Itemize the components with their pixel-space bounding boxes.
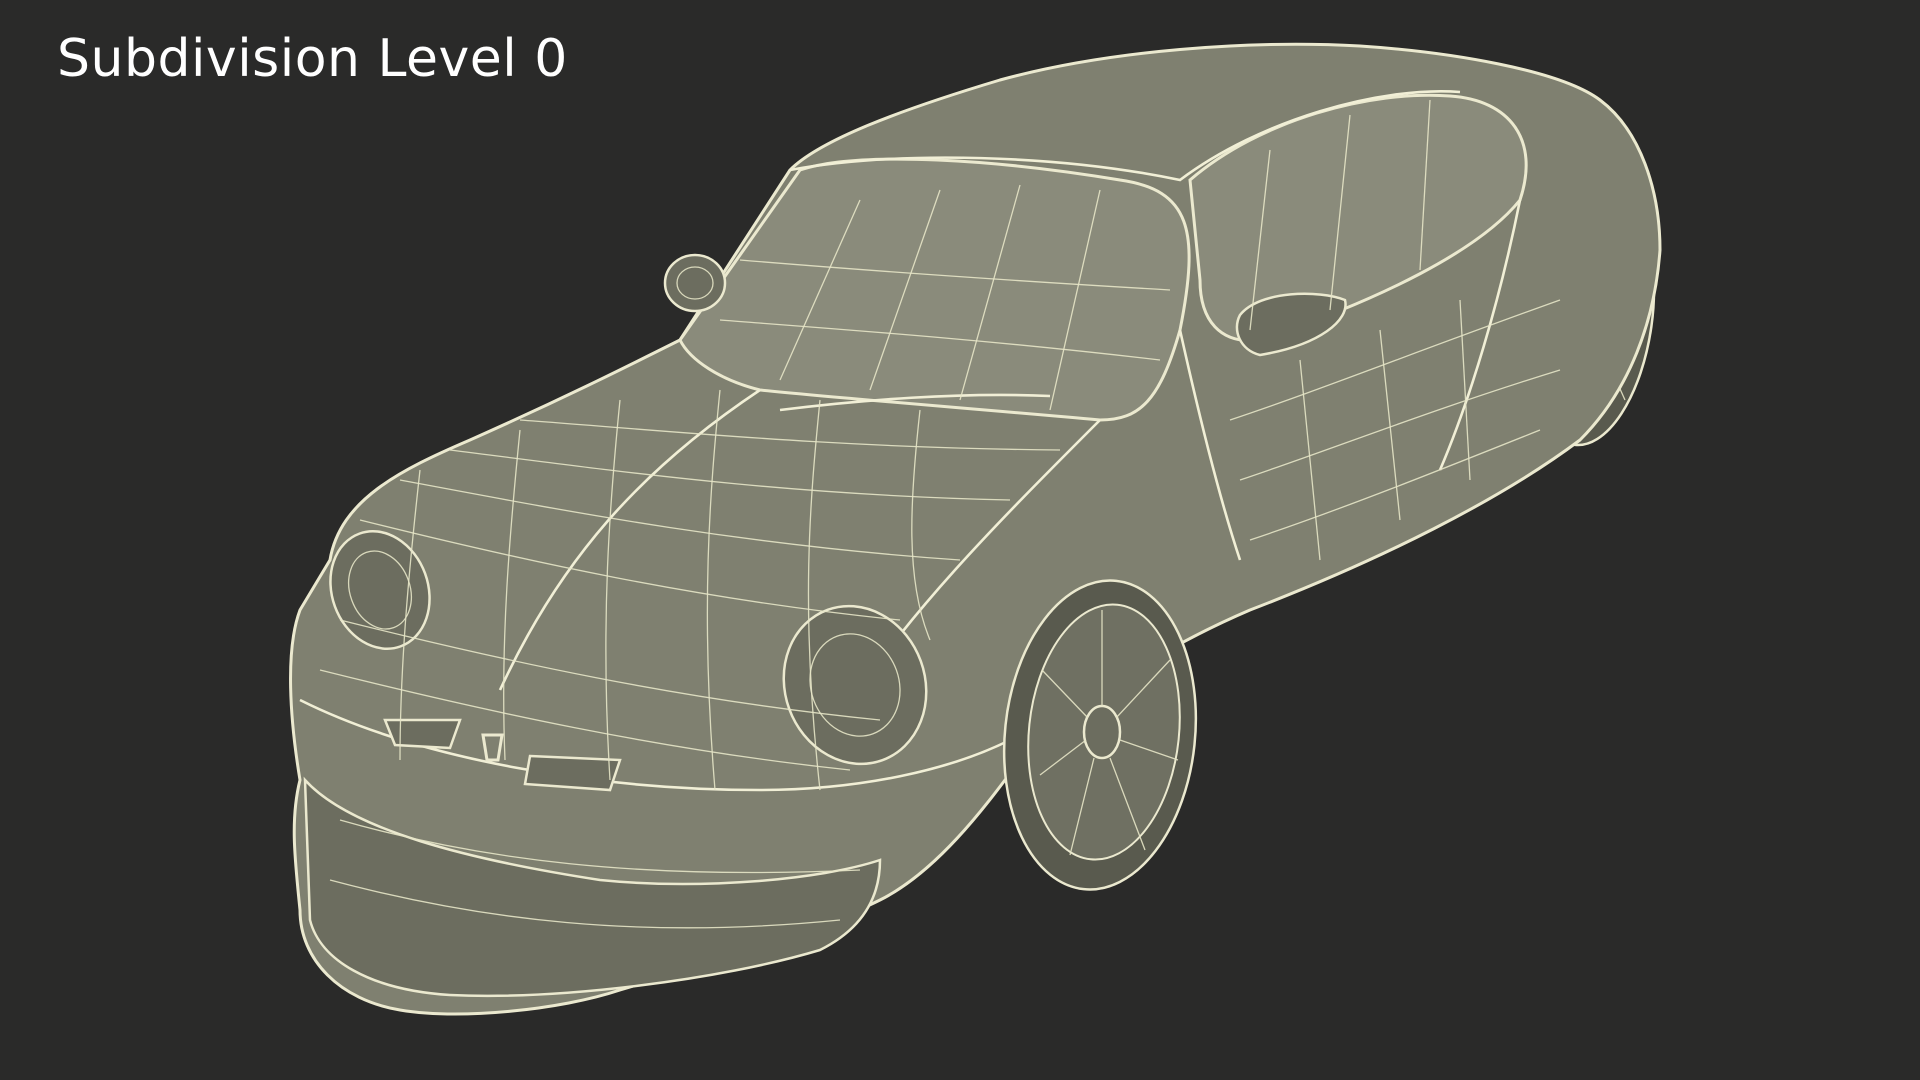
grille-intake-left <box>383 718 462 750</box>
badge <box>481 733 504 762</box>
subdivision-level-label: Subdivision Level 0 <box>57 29 568 89</box>
viewport: Subdivision Level 0 <box>0 0 1920 1080</box>
car-body <box>289 42 1662 1016</box>
grille-intake-right <box>523 754 622 792</box>
mirror-left <box>663 253 727 313</box>
car-wireframe-icon <box>289 42 1662 1016</box>
